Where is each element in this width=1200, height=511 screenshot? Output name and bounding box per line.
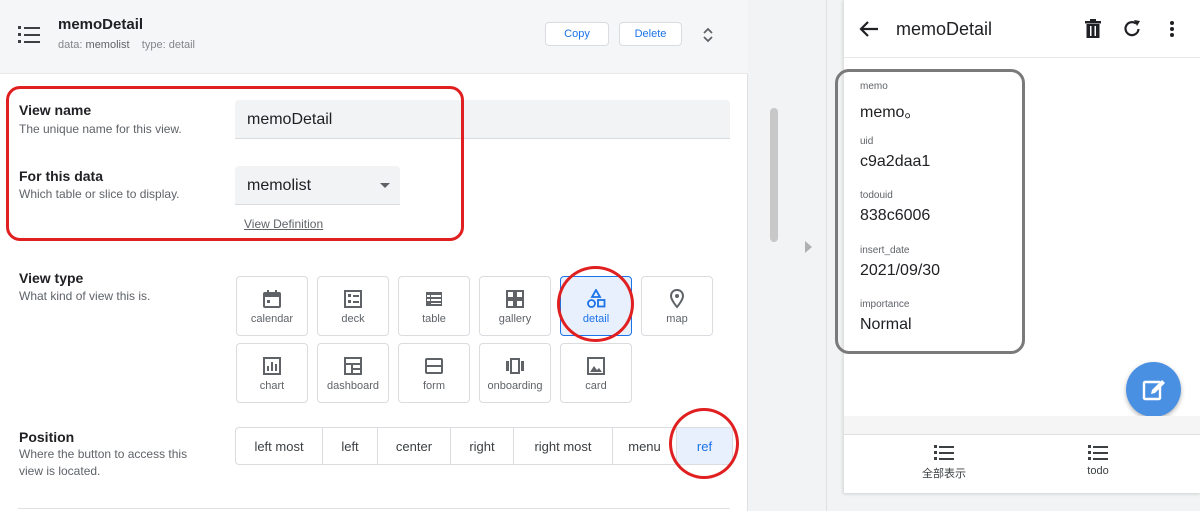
- app-preview: memoDetail memo memo。 uid c9a2daa1 todou…: [835, 0, 1200, 493]
- copy-button[interactable]: Copy: [545, 22, 609, 46]
- form-icon: [425, 358, 443, 374]
- meta-data-value: memolist: [85, 39, 130, 51]
- tile-label: deck: [341, 313, 365, 325]
- list-icon: [934, 445, 954, 460]
- list-icon: [18, 26, 40, 43]
- view-meta: data: memolist type: detail: [58, 39, 195, 51]
- edit-fab[interactable]: [1126, 362, 1181, 417]
- back-arrow-icon[interactable]: [858, 18, 880, 40]
- deck-icon: [344, 290, 362, 308]
- view-type-card[interactable]: card: [560, 343, 632, 403]
- position-center[interactable]: center: [378, 428, 451, 464]
- section-divider: [18, 508, 730, 509]
- refresh-icon[interactable]: [1121, 18, 1143, 40]
- view-editor-panel: memoDetail data: memolist type: detail C…: [0, 0, 748, 511]
- annotation-circle-ref: [669, 408, 739, 479]
- edit-icon: [1142, 379, 1165, 400]
- view-type-form[interactable]: form: [398, 343, 470, 403]
- tile-label: onboarding: [487, 380, 543, 392]
- tile-label: table: [422, 313, 446, 325]
- scrollbar-thumb[interactable]: [770, 108, 778, 242]
- calendar-icon: [263, 290, 281, 308]
- nav-item-all[interactable]: 全部表示: [894, 444, 994, 481]
- preview-footer-spacer: [844, 416, 1200, 434]
- tile-label: dashboard: [327, 380, 379, 392]
- preview-bottom-nav: 全部表示 todo: [844, 434, 1200, 493]
- position-left[interactable]: left: [323, 428, 378, 464]
- view-type-deck[interactable]: deck: [317, 276, 389, 336]
- gallery-icon: [506, 290, 524, 308]
- position-selector: left most left center right right most m…: [235, 427, 733, 465]
- meta-type-value: detail: [168, 39, 195, 51]
- tile-label: form: [423, 380, 445, 392]
- view-type-table[interactable]: table: [398, 276, 470, 336]
- annotation-box-fields: [835, 69, 1025, 354]
- table-icon: [426, 292, 442, 306]
- trash-icon[interactable]: [1082, 18, 1104, 40]
- position-right[interactable]: right: [451, 428, 514, 464]
- nav-label: 全部表示: [922, 468, 966, 480]
- view-type-gallery[interactable]: gallery: [479, 276, 551, 336]
- tile-label: calendar: [250, 313, 294, 325]
- position-right-most[interactable]: right most: [514, 428, 613, 464]
- dashboard-icon: [344, 357, 362, 375]
- position-desc-2: view is located.: [19, 464, 101, 478]
- meta-type-label: type:: [141, 39, 166, 51]
- position-label: Position: [19, 429, 75, 445]
- tile-label: card: [585, 380, 607, 392]
- tile-label: gallery: [498, 313, 532, 325]
- view-type-calendar[interactable]: calendar: [236, 276, 308, 336]
- list-icon: [1088, 445, 1108, 460]
- collapse-arrow-icon[interactable]: [805, 241, 812, 253]
- map-pin-icon: [669, 289, 685, 309]
- view-type-dashboard[interactable]: dashboard: [317, 343, 389, 403]
- view-type-onboarding[interactable]: onboarding: [479, 343, 551, 403]
- view-type-map[interactable]: map: [641, 276, 713, 336]
- position-left-most[interactable]: left most: [236, 428, 323, 464]
- panel-divider: [826, 0, 827, 511]
- preview-app-bar: memoDetail: [844, 0, 1200, 58]
- chart-icon: [263, 357, 281, 375]
- delete-button[interactable]: Delete: [619, 22, 682, 46]
- tile-label: map: [666, 313, 688, 325]
- more-vert-icon[interactable]: [1161, 18, 1183, 40]
- view-type-label: View type: [19, 270, 84, 286]
- expand-collapse-icon[interactable]: [702, 26, 714, 44]
- nav-item-todo[interactable]: todo: [1048, 444, 1148, 477]
- view-type-chart[interactable]: chart: [236, 343, 308, 403]
- carousel-icon: [506, 358, 524, 374]
- preview-title: memoDetail: [896, 19, 993, 39]
- view-title: memoDetail: [58, 16, 144, 33]
- view-header: memoDetail data: memolist type: detail C…: [0, 0, 748, 74]
- position-desc-1: Where the button to access this: [19, 447, 188, 461]
- annotation-circle-detail: [557, 266, 634, 342]
- view-type-desc: What kind of view this is.: [19, 289, 151, 303]
- position-menu[interactable]: menu: [613, 428, 677, 464]
- meta-data-label: data:: [58, 39, 83, 51]
- annotation-box-name-data: [6, 86, 464, 241]
- nav-label: todo: [1087, 465, 1109, 477]
- tile-label: chart: [259, 380, 285, 392]
- image-icon: [587, 357, 605, 375]
